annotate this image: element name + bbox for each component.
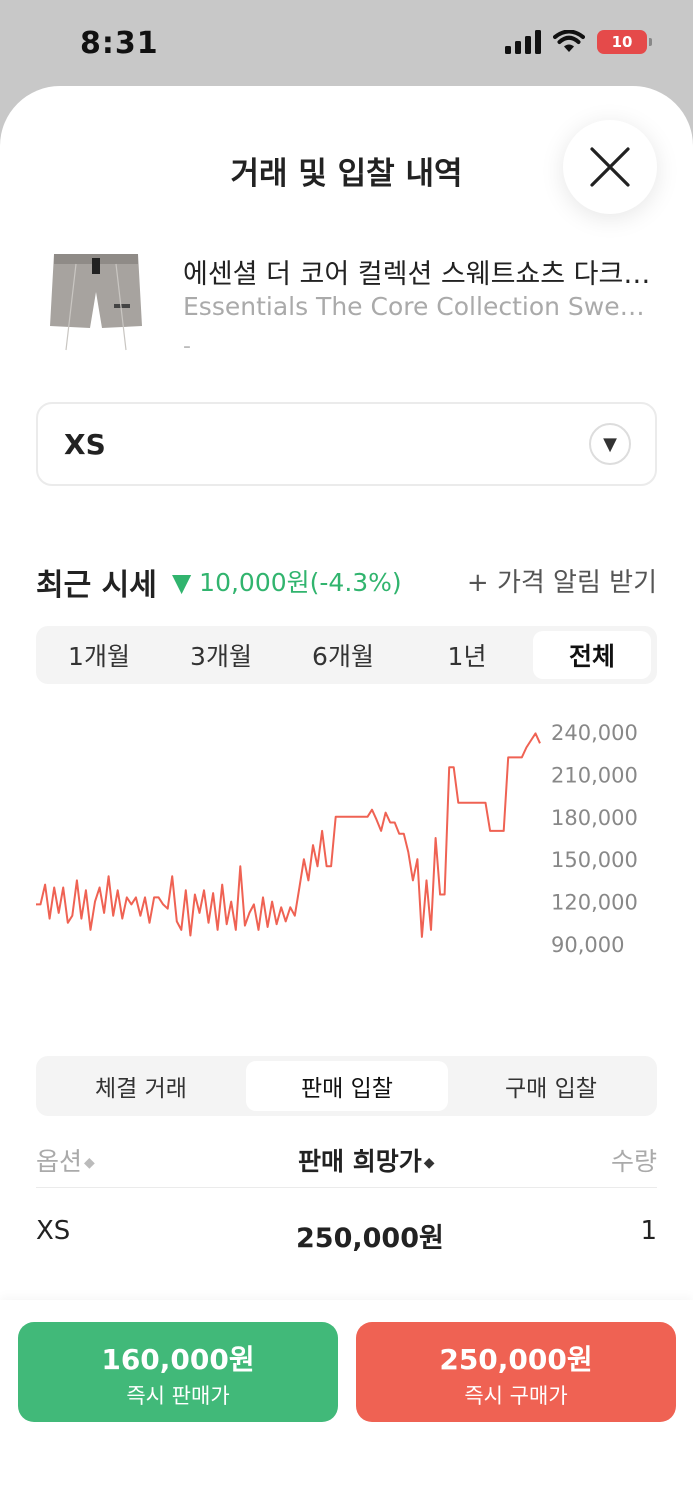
period-tabs: 1개월 3개월 6개월 1년 전체 — [36, 626, 657, 684]
price-chart: 240,000 210,000 180,000 150,000 120,000 90,00… — [36, 721, 638, 957]
instant-buy-button[interactable]: 250,000원 즉시 구매가 — [356, 1322, 676, 1422]
bid-tabs: 체결 거래 판매 입찰 구매 입찰 — [36, 1056, 657, 1116]
table-header: 옵션 ◆ 판매 희망가 ◆ 수량 — [36, 1138, 657, 1188]
tab-6-months[interactable]: 6개월 — [284, 631, 402, 679]
status-icons: 10 — [505, 30, 652, 54]
product-name-en: Essentials The Core Collection Sweatshor… — [183, 292, 653, 321]
header-option-label: 옵션 — [36, 1147, 83, 1176]
tab-sell-bids[interactable]: 판매 입찰 — [246, 1061, 448, 1111]
y-tick-label: 120,000 — [551, 891, 638, 915]
header-qty: 수량 — [610, 1147, 657, 1176]
signal-icon — [505, 30, 541, 54]
wifi-icon — [553, 30, 585, 52]
footer-actions: 160,000원 즉시 판매가 250,000원 즉시 구매가 — [0, 1300, 693, 1500]
tab-trades[interactable]: 체결 거래 — [40, 1061, 242, 1111]
header-price[interactable]: 판매 희망가 ◆ — [298, 1142, 435, 1178]
recent-price-row: 최근 시세 ▼ 10,000원(-4.3%) + 가격 알림 받기 — [36, 560, 657, 603]
header-price-label: 판매 희망가 — [298, 1147, 422, 1176]
caret-down-icon: ▼ — [589, 423, 631, 465]
recent-price-title: 최근 시세 — [36, 568, 157, 603]
size-select-value: XS — [64, 428, 106, 461]
y-tick-label: 90,000 — [551, 933, 624, 957]
tab-all[interactable]: 전체 — [533, 631, 651, 679]
status-bar: 8:31 10 — [0, 0, 693, 86]
row-option: XS — [36, 1216, 71, 1246]
product-summary: 에센셜 더 코어 컬렉션 스웨트쇼츠 다크 오트밀 Essentials The… — [36, 246, 656, 366]
battery-level: 10 — [611, 33, 633, 51]
y-tick-label: 210,000 — [551, 763, 638, 787]
close-icon — [590, 147, 630, 187]
battery-icon: 10 — [597, 30, 652, 54]
history-sheet: 거래 및 입찰 내역 에센셜 더 코어 컬렉션 스웨트쇼츠 다크 오트밀 Ess… — [0, 86, 693, 1500]
tab-1-month[interactable]: 1개월 — [40, 631, 158, 679]
header-option[interactable]: 옵션 ◆ — [36, 1142, 95, 1178]
product-sub: - — [183, 334, 191, 359]
status-time: 8:31 — [80, 26, 159, 61]
price-line-series — [36, 732, 541, 938]
close-button[interactable] — [563, 120, 657, 214]
sort-icon: ◆ — [423, 1155, 435, 1171]
price-alert-link[interactable]: + 가격 알림 받기 — [467, 562, 657, 599]
tab-buy-bids[interactable]: 구매 입찰 — [450, 1061, 652, 1111]
tab-1-year[interactable]: 1년 — [408, 631, 526, 679]
size-select[interactable]: XS ▼ — [36, 402, 657, 486]
instant-sell-label: 즉시 판매가 — [126, 1384, 230, 1408]
y-tick-label: 150,000 — [551, 848, 638, 872]
product-image — [50, 254, 142, 351]
recent-price-change: ▼ 10,000원(-4.3%) — [172, 568, 402, 597]
instant-buy-label: 즉시 구매가 — [464, 1384, 568, 1408]
table-row: XS 250,000원 1 — [36, 1216, 657, 1262]
instant-sell-price: 160,000원 — [101, 1343, 255, 1376]
y-tick-label: 180,000 — [551, 806, 638, 830]
row-price: 250,000원 — [296, 1223, 444, 1254]
product-name-ko: 에센셜 더 코어 컬렉션 스웨트쇼츠 다크 오트밀 — [183, 259, 653, 290]
row-qty: 1 — [640, 1216, 657, 1246]
tab-3-months[interactable]: 3개월 — [162, 631, 280, 679]
y-tick-label: 240,000 — [551, 721, 638, 745]
instant-sell-button[interactable]: 160,000원 즉시 판매가 — [18, 1322, 338, 1422]
instant-buy-price: 250,000원 — [439, 1343, 593, 1376]
sort-icon: ◆ — [84, 1155, 95, 1171]
